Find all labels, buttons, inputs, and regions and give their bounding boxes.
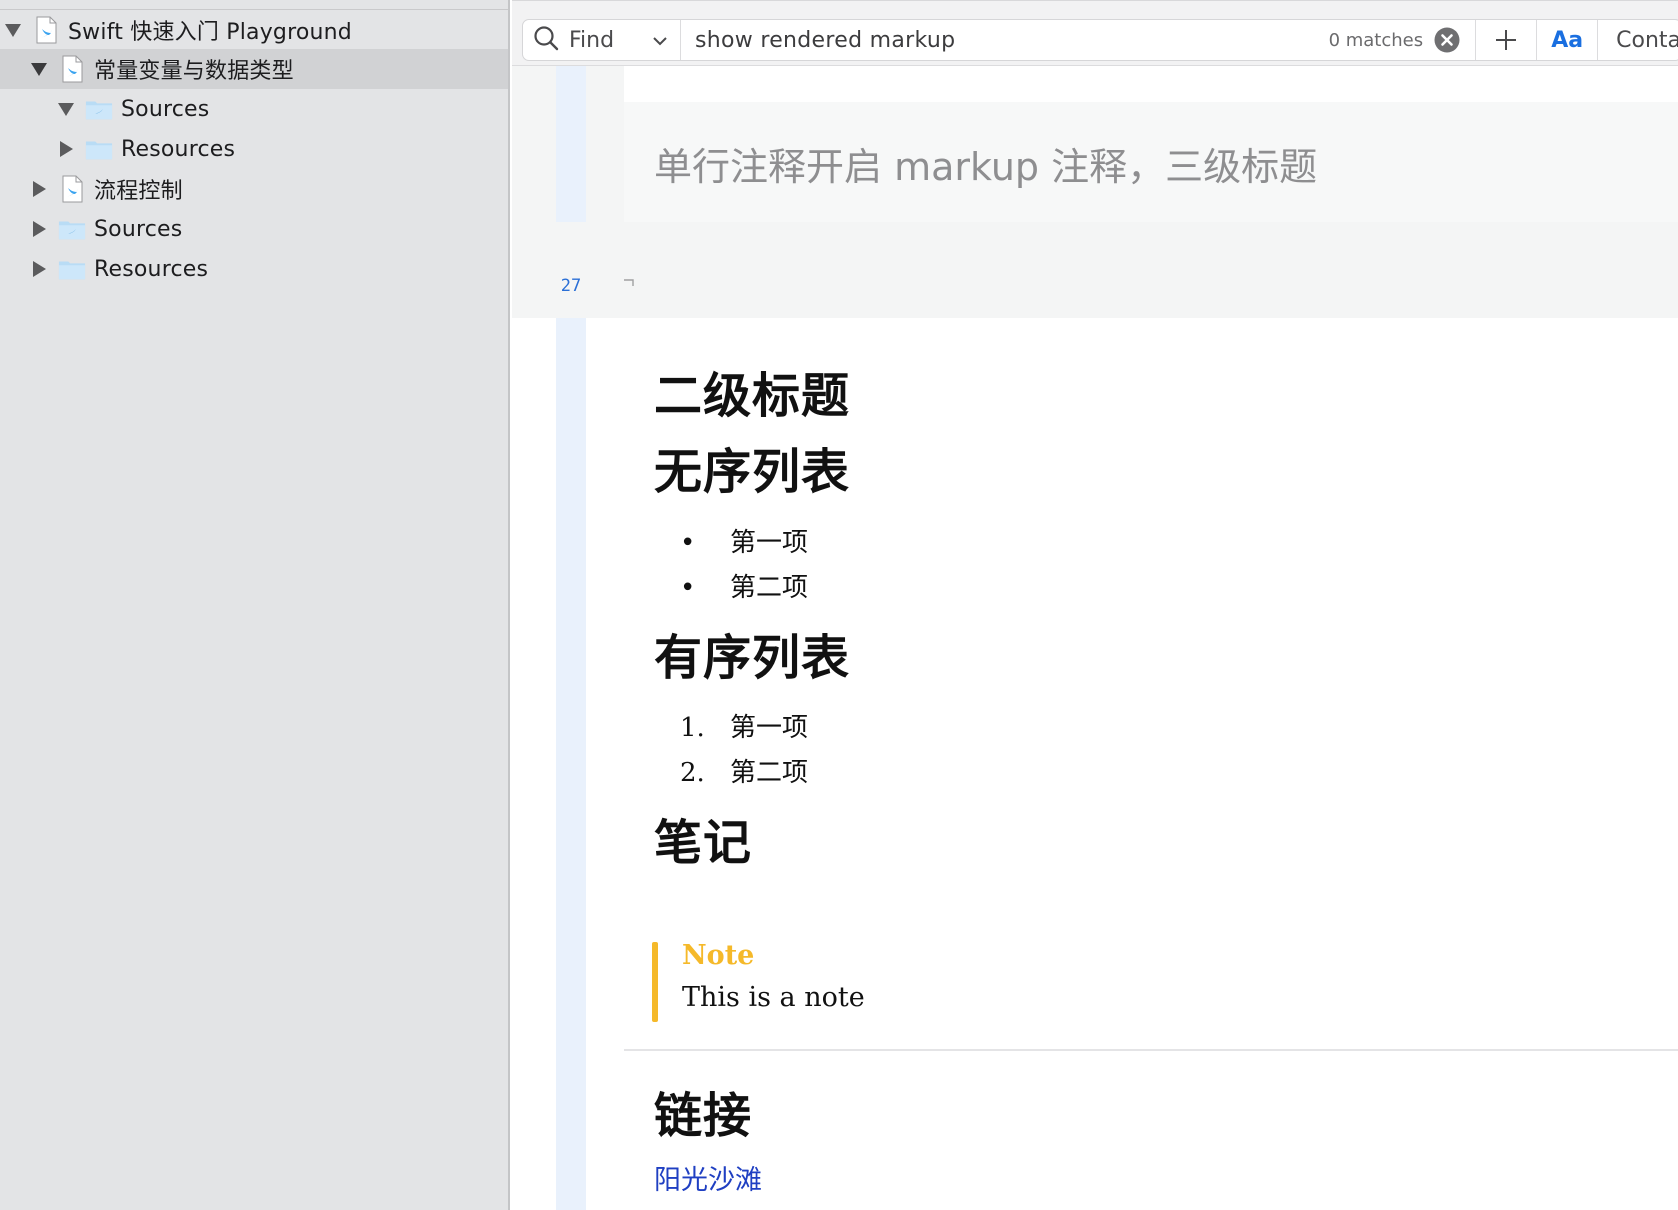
close-icon	[1434, 27, 1460, 53]
editor-area: Find show rendered markup 0 matches Aa C…	[512, 0, 1678, 1210]
folder-icon	[85, 94, 113, 124]
notes-heading: 笔记	[654, 815, 753, 871]
disclosure-expanded-icon[interactable]	[57, 100, 75, 118]
playground-file-icon	[32, 15, 60, 45]
list-item-text: 第一项	[730, 528, 809, 558]
markup-link[interactable]: 阳光沙滩	[654, 1158, 762, 1197]
navigator-item-label: Sources	[94, 216, 183, 242]
note-title: Note	[682, 940, 755, 971]
clear-search-button[interactable]	[1433, 26, 1461, 54]
heading-level-2: 二级标题	[654, 368, 851, 424]
list-item: • 第二项	[654, 567, 808, 604]
heading-level-3: 单行注释开启 markup 注释，三级标题	[654, 145, 1318, 189]
list-item: • 第一项	[654, 522, 808, 559]
bullet-marker: •	[680, 528, 696, 558]
list-item: 1. 第一项	[654, 707, 808, 744]
match-count: 0 matches	[1328, 29, 1424, 51]
list-item: 2. 第二项	[654, 752, 808, 789]
list-item-text: 第二项	[730, 758, 809, 788]
disclosure-expanded-icon[interactable]	[30, 60, 48, 78]
disclosure-collapsed-icon[interactable]	[30, 260, 48, 278]
note-text: This is a note	[682, 982, 865, 1013]
disclosure-expanded-icon[interactable]	[4, 21, 22, 39]
ignore-case-toggle[interactable]: Aa	[1537, 20, 1597, 60]
navigator-item-label: Sources	[121, 96, 210, 122]
current-line-highlight	[512, 222, 1678, 318]
search-icon	[533, 25, 559, 55]
plus-icon	[1496, 30, 1517, 50]
navigator-item-resources[interactable]: Resources	[0, 129, 508, 169]
add-pattern-button[interactable]	[1476, 20, 1536, 60]
folder-icon	[85, 134, 113, 164]
navigator-item-page-constants[interactable]: 常量变量与数据类型	[0, 49, 508, 89]
list-item-text: 第二项	[730, 573, 809, 603]
disclosure-collapsed-icon[interactable]	[30, 180, 48, 198]
links-heading: 链接	[654, 1088, 753, 1144]
navigator-item-label: Resources	[121, 136, 236, 162]
section-divider	[624, 1049, 1678, 1051]
navigator-item-label: Swift 快速入门 Playground	[68, 20, 352, 45]
swift-file-icon	[58, 54, 86, 84]
match-mode-popup[interactable]: Conta	[1598, 28, 1678, 53]
chevron-down-icon	[652, 31, 668, 50]
line-number: 27	[560, 276, 582, 296]
folder-icon	[58, 214, 86, 244]
disclosure-collapsed-icon[interactable]	[57, 140, 75, 158]
navigator-item-label: Resources	[94, 256, 209, 282]
find-bar: Find show rendered markup 0 matches Aa C…	[512, 0, 1678, 66]
navigator-item-page-control-flow[interactable]: 流程控制	[0, 169, 508, 209]
find-field[interactable]: Find show rendered markup 0 matches Aa C…	[522, 19, 1678, 61]
find-mode-label: Find	[569, 27, 615, 53]
swift-file-icon	[58, 174, 86, 204]
project-navigator: Swift 快速入门 Playground 常量变量与数据类型 Sources …	[0, 0, 510, 1210]
number-marker: 1.	[680, 713, 705, 743]
navigator-item-playground[interactable]: Swift 快速入门 Playground	[0, 10, 508, 50]
unordered-list-heading: 无序列表	[654, 444, 851, 500]
navigator-item-sources[interactable]: Sources	[0, 89, 508, 129]
fold-indicator-icon	[624, 279, 634, 286]
find-mode-popup[interactable]: Find	[523, 20, 681, 60]
navigator-item-label: 常量变量与数据类型	[94, 59, 294, 84]
navigator-item-sources[interactable]: Sources	[0, 209, 508, 249]
navigator-item-resources[interactable]: Resources	[0, 249, 508, 289]
note-callout-bar	[652, 942, 658, 1022]
ordered-list-heading: 有序列表	[654, 630, 851, 686]
bullet-marker: •	[680, 573, 696, 603]
list-item-text: 第一项	[730, 713, 809, 743]
find-query-input[interactable]: show rendered markup	[681, 28, 1329, 53]
folder-icon	[58, 254, 86, 284]
navigator-item-label: 流程控制	[94, 179, 183, 204]
disclosure-collapsed-icon[interactable]	[30, 220, 48, 238]
number-marker: 2.	[680, 758, 705, 788]
